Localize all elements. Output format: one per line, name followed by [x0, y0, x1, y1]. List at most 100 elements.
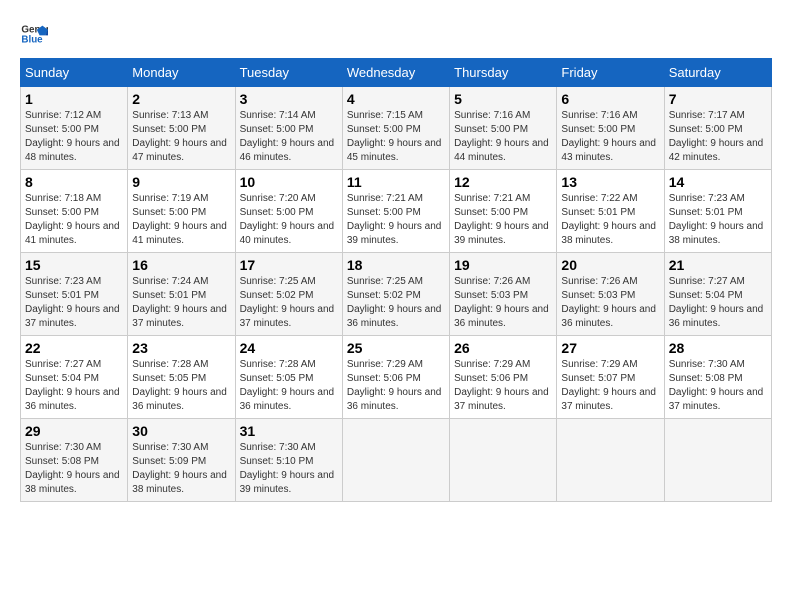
day-number: 30	[132, 423, 230, 439]
logo: General Blue	[20, 20, 52, 48]
calendar-cell: 4 Sunrise: 7:15 AMSunset: 5:00 PMDaylight…	[342, 87, 449, 170]
day-info: Sunrise: 7:26 AMSunset: 5:03 PMDaylight:…	[454, 275, 552, 331]
day-number: 7	[669, 91, 767, 107]
day-info: Sunrise: 7:26 AMSunset: 5:03 PMDaylight:…	[561, 275, 659, 331]
day-info: Sunrise: 7:20 AMSunset: 5:00 PMDaylight:…	[240, 192, 338, 248]
calendar-cell: 19 Sunrise: 7:26 AMSunset: 5:03 PMDayligh…	[450, 253, 557, 336]
day-number: 23	[132, 340, 230, 356]
calendar-cell: 23Sunrise: 7:28 AMSunset: 5:05 PMDayligh…	[128, 336, 235, 419]
calendar-cell	[557, 419, 664, 502]
calendar-cell: 14 Sunrise: 7:23 AMSunset: 5:01 PMDayligh…	[664, 170, 771, 253]
day-number: 12	[454, 174, 552, 190]
calendar-cell: 12 Sunrise: 7:21 AMSunset: 5:00 PMDayligh…	[450, 170, 557, 253]
day-info: Sunrise: 7:28 AMSunset: 5:05 PMDaylight:…	[240, 358, 338, 414]
day-number: 13	[561, 174, 659, 190]
day-info: Sunrise: 7:29 AMSunset: 5:06 PMDaylight:…	[454, 358, 552, 414]
day-info: Sunrise: 7:18 AMSunset: 5:00 PMDaylight:…	[25, 192, 123, 248]
calendar-cell: 7 Sunrise: 7:17 AMSunset: 5:00 PMDaylight…	[664, 87, 771, 170]
day-number: 17	[240, 257, 338, 273]
calendar-cell: 9Sunrise: 7:19 AMSunset: 5:00 PMDaylight…	[128, 170, 235, 253]
day-info: Sunrise: 7:23 AMSunset: 5:01 PMDaylight:…	[25, 275, 123, 331]
header-day: Monday	[128, 59, 235, 87]
calendar-cell: 21 Sunrise: 7:27 AMSunset: 5:04 PMDayligh…	[664, 253, 771, 336]
calendar-cell: 3 Sunrise: 7:14 AMSunset: 5:00 PMDaylight…	[235, 87, 342, 170]
calendar-cell: 1 Sunrise: 7:12 AMSunset: 5:00 PMDaylight…	[21, 87, 128, 170]
day-number: 20	[561, 257, 659, 273]
calendar-cell: 22Sunrise: 7:27 AMSunset: 5:04 PMDayligh…	[21, 336, 128, 419]
day-number: 14	[669, 174, 767, 190]
day-info: Sunrise: 7:27 AMSunset: 5:04 PMDaylight:…	[669, 275, 767, 331]
header-day: Tuesday	[235, 59, 342, 87]
header: General Blue	[20, 20, 772, 48]
day-info: Sunrise: 7:16 AMSunset: 5:00 PMDaylight:…	[561, 109, 659, 165]
calendar-cell: 8 Sunrise: 7:18 AMSunset: 5:00 PMDaylight…	[21, 170, 128, 253]
calendar-week: 22Sunrise: 7:27 AMSunset: 5:04 PMDayligh…	[21, 336, 772, 419]
day-info: Sunrise: 7:16 AMSunset: 5:00 PMDaylight:…	[454, 109, 552, 165]
day-number: 31	[240, 423, 338, 439]
day-info: Sunrise: 7:24 AMSunset: 5:01 PMDaylight:…	[132, 275, 230, 331]
day-info: Sunrise: 7:25 AMSunset: 5:02 PMDaylight:…	[240, 275, 338, 331]
day-number: 15	[25, 257, 123, 273]
day-info: Sunrise: 7:30 AMSunset: 5:09 PMDaylight:…	[132, 441, 230, 497]
calendar-week: 15 Sunrise: 7:23 AMSunset: 5:01 PMDayligh…	[21, 253, 772, 336]
header-day: Sunday	[21, 59, 128, 87]
day-info: Sunrise: 7:29 AMSunset: 5:07 PMDaylight:…	[561, 358, 659, 414]
day-info: Sunrise: 7:13 AMSunset: 5:00 PMDaylight:…	[132, 109, 230, 165]
day-number: 27	[561, 340, 659, 356]
calendar-cell	[664, 419, 771, 502]
calendar-week: 1 Sunrise: 7:12 AMSunset: 5:00 PMDaylight…	[21, 87, 772, 170]
calendar-week: 8 Sunrise: 7:18 AMSunset: 5:00 PMDaylight…	[21, 170, 772, 253]
calendar-cell: 10 Sunrise: 7:20 AMSunset: 5:00 PMDayligh…	[235, 170, 342, 253]
day-number: 6	[561, 91, 659, 107]
day-info: Sunrise: 7:21 AMSunset: 5:00 PMDaylight:…	[347, 192, 445, 248]
day-info: Sunrise: 7:22 AMSunset: 5:01 PMDaylight:…	[561, 192, 659, 248]
day-number: 26	[454, 340, 552, 356]
day-number: 11	[347, 174, 445, 190]
day-number: 4	[347, 91, 445, 107]
calendar-cell: 25Sunrise: 7:29 AMSunset: 5:06 PMDayligh…	[342, 336, 449, 419]
day-info: Sunrise: 7:12 AMSunset: 5:00 PMDaylight:…	[25, 109, 123, 165]
calendar-cell: 5Sunrise: 7:16 AMSunset: 5:00 PMDaylight…	[450, 87, 557, 170]
calendar-cell: 29Sunrise: 7:30 AMSunset: 5:08 PMDayligh…	[21, 419, 128, 502]
day-number: 10	[240, 174, 338, 190]
calendar-cell: 16 Sunrise: 7:24 AMSunset: 5:01 PMDayligh…	[128, 253, 235, 336]
calendar-cell: 6 Sunrise: 7:16 AMSunset: 5:00 PMDaylight…	[557, 87, 664, 170]
day-number: 21	[669, 257, 767, 273]
day-info: Sunrise: 7:21 AMSunset: 5:00 PMDaylight:…	[454, 192, 552, 248]
header-day: Thursday	[450, 59, 557, 87]
day-info: Sunrise: 7:25 AMSunset: 5:02 PMDaylight:…	[347, 275, 445, 331]
day-number: 18	[347, 257, 445, 273]
day-number: 25	[347, 340, 445, 356]
header-day: Friday	[557, 59, 664, 87]
day-info: Sunrise: 7:15 AMSunset: 5:00 PMDaylight:…	[347, 109, 445, 165]
calendar-cell	[450, 419, 557, 502]
calendar-cell: 17 Sunrise: 7:25 AMSunset: 5:02 PMDayligh…	[235, 253, 342, 336]
calendar-cell: 11 Sunrise: 7:21 AMSunset: 5:00 PMDayligh…	[342, 170, 449, 253]
day-number: 9	[132, 174, 230, 190]
svg-text:Blue: Blue	[21, 34, 43, 45]
day-info: Sunrise: 7:23 AMSunset: 5:01 PMDaylight:…	[669, 192, 767, 248]
calendar-cell: 18 Sunrise: 7:25 AMSunset: 5:02 PMDayligh…	[342, 253, 449, 336]
day-number: 16	[132, 257, 230, 273]
day-number: 2	[132, 91, 230, 107]
day-number: 19	[454, 257, 552, 273]
calendar-cell: 15 Sunrise: 7:23 AMSunset: 5:01 PMDayligh…	[21, 253, 128, 336]
day-number: 1	[25, 91, 123, 107]
header-row: SundayMondayTuesdayWednesdayThursdayFrid…	[21, 59, 772, 87]
day-number: 28	[669, 340, 767, 356]
calendar-week: 29Sunrise: 7:30 AMSunset: 5:08 PMDayligh…	[21, 419, 772, 502]
calendar-cell: 20 Sunrise: 7:26 AMSunset: 5:03 PMDayligh…	[557, 253, 664, 336]
calendar-cell: 13 Sunrise: 7:22 AMSunset: 5:01 PMDayligh…	[557, 170, 664, 253]
calendar-cell	[342, 419, 449, 502]
day-number: 24	[240, 340, 338, 356]
calendar-cell: 27 Sunrise: 7:29 AMSunset: 5:07 PMDayligh…	[557, 336, 664, 419]
calendar-cell: 24 Sunrise: 7:28 AMSunset: 5:05 PMDayligh…	[235, 336, 342, 419]
calendar-cell: 28Sunrise: 7:30 AMSunset: 5:08 PMDayligh…	[664, 336, 771, 419]
day-number: 3	[240, 91, 338, 107]
day-number: 8	[25, 174, 123, 190]
day-info: Sunrise: 7:17 AMSunset: 5:00 PMDaylight:…	[669, 109, 767, 165]
calendar-cell: 31 Sunrise: 7:30 AMSunset: 5:10 PMDayligh…	[235, 419, 342, 502]
day-info: Sunrise: 7:14 AMSunset: 5:00 PMDaylight:…	[240, 109, 338, 165]
day-info: Sunrise: 7:30 AMSunset: 5:10 PMDaylight:…	[240, 441, 338, 497]
day-info: Sunrise: 7:27 AMSunset: 5:04 PMDaylight:…	[25, 358, 123, 414]
